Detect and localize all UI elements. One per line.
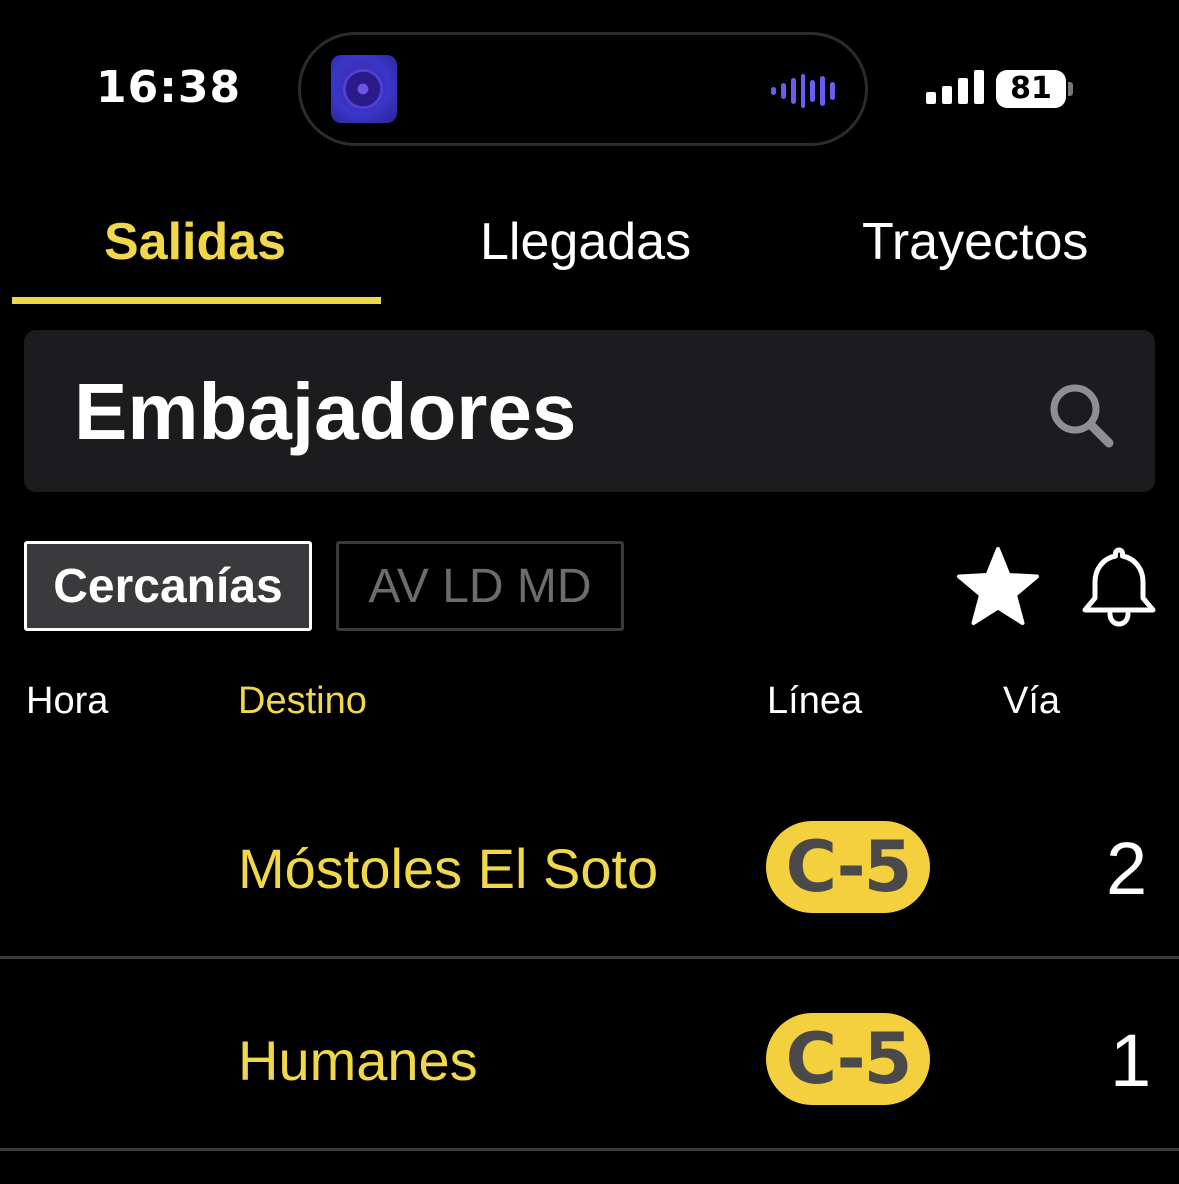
battery-icon: 81	[996, 70, 1066, 108]
station-search-field[interactable]: Embajadores	[24, 330, 1155, 492]
column-header-linea: Línea	[767, 680, 863, 722]
row-via: 1	[1110, 1019, 1152, 1102]
search-icon[interactable]	[1046, 380, 1116, 450]
row-via: 2	[1106, 827, 1148, 910]
audio-waveform-icon	[771, 73, 836, 109]
column-header-hora: Hora	[26, 680, 109, 722]
row-divider	[0, 956, 1179, 959]
filter-cercanias[interactable]: Cercanías	[24, 541, 312, 631]
bell-icon[interactable]	[1080, 544, 1158, 628]
signal-icon	[926, 70, 984, 104]
line-badge: C-5	[766, 821, 930, 913]
row-destino: Humanes	[238, 1029, 478, 1092]
battery-cap	[1068, 82, 1073, 96]
table-row[interactable]: Móstoles El Soto C-5 2	[0, 780, 1179, 956]
column-header-via: Vía	[1003, 680, 1061, 722]
row-destino: Móstoles El Soto	[238, 837, 659, 900]
station-name[interactable]: Embajadores	[74, 366, 576, 458]
star-icon[interactable]	[955, 545, 1041, 627]
tab-llegadas[interactable]: Llegadas	[480, 212, 691, 272]
tab-trayectos[interactable]: Trayectos	[862, 212, 1088, 272]
dynamic-island[interactable]	[298, 32, 868, 146]
active-tab-indicator	[12, 297, 381, 304]
table-row[interactable]: Humanes C-5 1	[0, 972, 1179, 1148]
status-time: 16:38	[96, 62, 242, 113]
line-badge: C-5	[766, 1013, 930, 1105]
row-divider	[0, 1148, 1179, 1151]
column-header-destino[interactable]: Destino	[238, 680, 367, 723]
tab-salidas[interactable]: Salidas	[104, 212, 286, 272]
album-art-icon	[331, 55, 397, 123]
filter-av-ld-md[interactable]: AV LD MD	[336, 541, 624, 631]
